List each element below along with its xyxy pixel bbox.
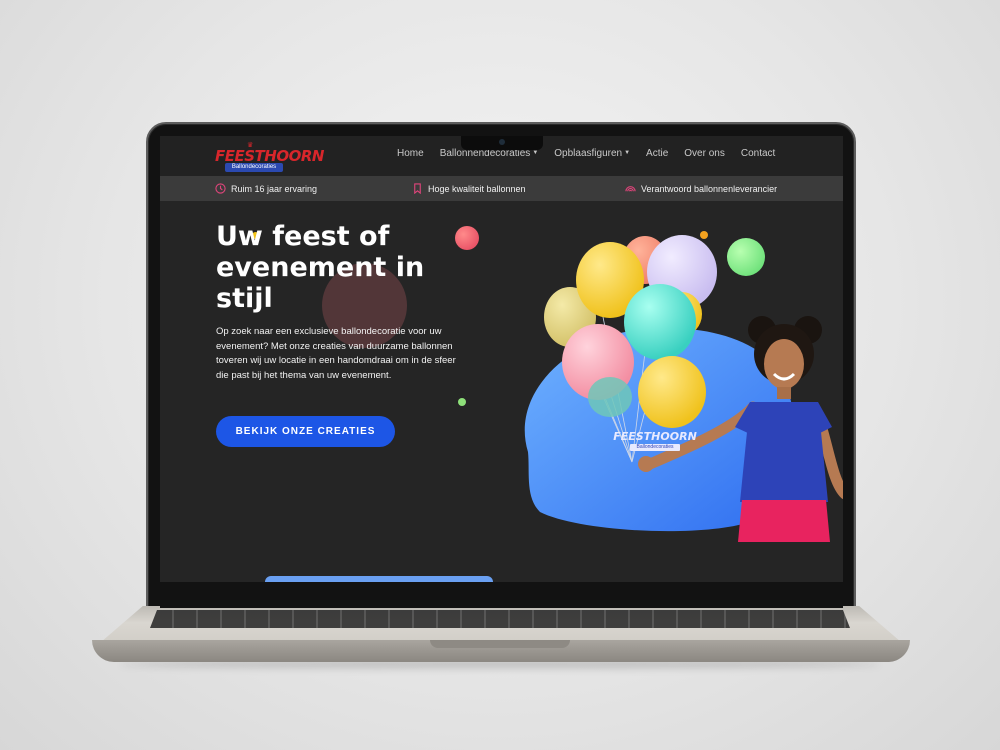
hand bbox=[638, 456, 654, 472]
usp-label: Verantwoord ballonnenleverancier bbox=[641, 183, 778, 194]
balloon-yellow-front bbox=[638, 356, 706, 428]
shirt-logo-text: FEESTHOORN bbox=[613, 430, 697, 443]
menu-item-label: Contact bbox=[740, 147, 776, 159]
usp-experience: Ruim 16 jaar ervaring bbox=[215, 183, 317, 194]
clock-icon bbox=[215, 183, 226, 194]
usp-label: Hoge kwaliteit ballonnen bbox=[428, 183, 526, 194]
main-menu: Home Ballonnendecoraties ▼ Opblaasfigure… bbox=[389, 136, 783, 170]
view-creations-button[interactable]: BEKIJK ONZE CREATIES bbox=[216, 416, 395, 447]
menu-item-over-ons[interactable]: Over ons bbox=[676, 148, 733, 159]
face bbox=[764, 339, 804, 389]
bookmark-icon bbox=[414, 183, 421, 194]
hero-title: Uw feest of evenement in stijl bbox=[216, 221, 425, 314]
screen-bezel-bottom bbox=[160, 582, 843, 608]
logo-subtitle: Ballondecoraties bbox=[225, 163, 283, 172]
balloon-mint bbox=[588, 377, 632, 417]
next-section-edge bbox=[265, 576, 493, 582]
t-shirt bbox=[740, 402, 828, 502]
menu-item-label: Opblaasfiguren bbox=[554, 147, 623, 159]
hero-description: Op zoek naar een exclusieve ballondecora… bbox=[216, 326, 456, 381]
usp-label: Ruim 16 jaar ervaring bbox=[231, 183, 318, 194]
hero-illustration bbox=[524, 235, 843, 542]
balloon-teal bbox=[624, 284, 696, 360]
keyboard-keys bbox=[150, 610, 850, 628]
menu-item-label: Actie bbox=[646, 147, 669, 159]
usp-quality: Hoge kwaliteit ballonnen bbox=[412, 183, 526, 194]
menu-item-opblaasfiguren[interactable]: Opblaasfiguren ▼ bbox=[546, 148, 638, 159]
camera-notch bbox=[461, 136, 543, 150]
menu-item-actie[interactable]: Actie bbox=[638, 148, 676, 159]
menu-item-home[interactable]: Home bbox=[389, 148, 432, 159]
usp-responsible: Verantwoord ballonnenleverancier bbox=[625, 183, 777, 194]
usp-bar: Ruim 16 jaar ervaring Hoge kwaliteit bal… bbox=[160, 176, 843, 201]
menu-item-label: Home bbox=[397, 147, 424, 159]
pants bbox=[738, 500, 830, 542]
shirt-logo-subtitle: Ballondecoraties bbox=[630, 444, 680, 451]
menu-item-contact[interactable]: Contact bbox=[733, 148, 783, 159]
website-screen: ♛ FEESTHOORN Ballondecoraties Home Ballo… bbox=[160, 136, 843, 582]
caret-down-icon: ▼ bbox=[532, 150, 539, 156]
caret-down-icon: ▼ bbox=[624, 150, 631, 156]
rainbow-icon bbox=[625, 186, 636, 192]
laptop-base-lip bbox=[430, 640, 570, 648]
menu-item-label: Over ons bbox=[684, 147, 725, 159]
site-logo[interactable]: ♛ FEESTHOORN Ballondecoraties bbox=[215, 141, 324, 173]
camera-icon bbox=[499, 139, 505, 145]
